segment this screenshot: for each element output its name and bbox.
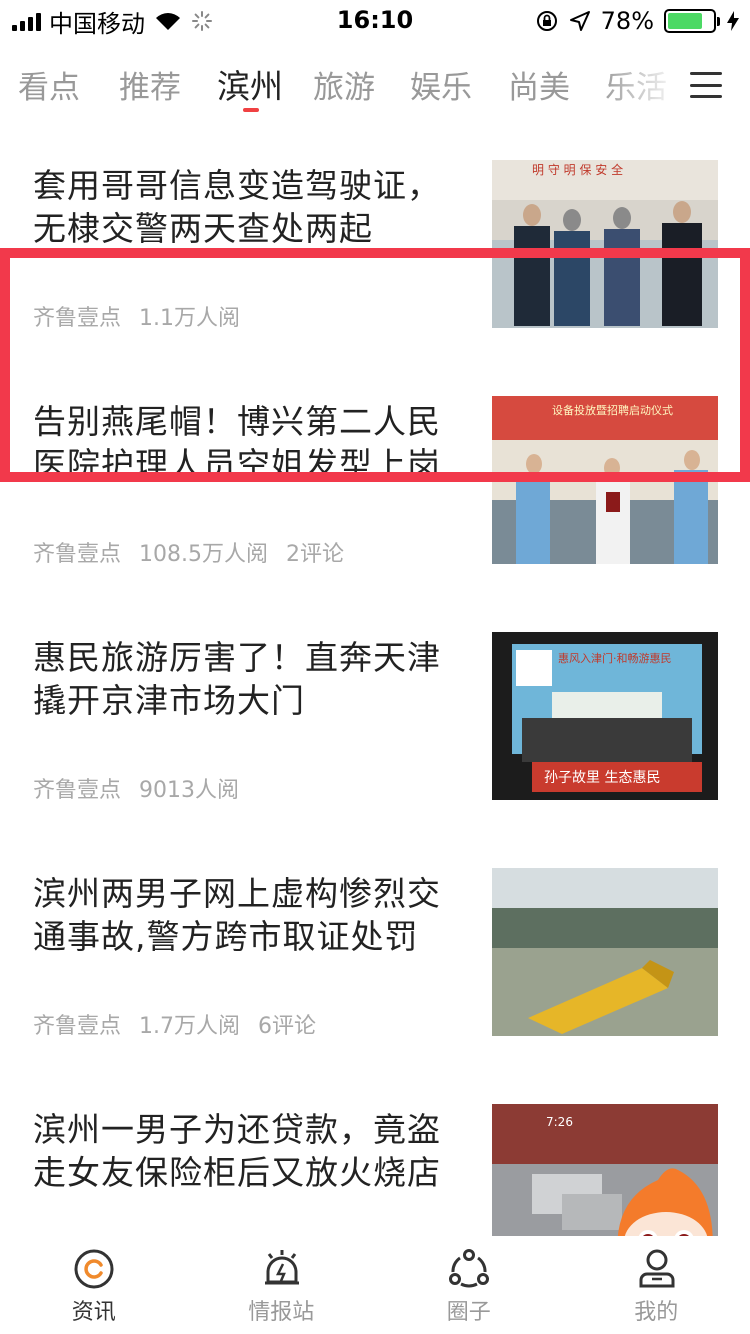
news-comments: 2评论	[286, 542, 344, 567]
news-source: 齐鲁壹点	[33, 542, 122, 567]
news-title[interactable]: 告别燕尾帽！博兴第二人民医院护理人员空姐发型上岗	[33, 400, 463, 486]
nav-profile[interactable]: 我的	[563, 1236, 750, 1334]
news-reads: 1.7万人阅	[139, 1014, 241, 1039]
news-source: 齐鲁壹点	[33, 1014, 122, 1039]
news-source: 齐鲁壹点	[33, 778, 122, 803]
tab-beauty[interactable]: 尚美	[508, 62, 570, 107]
news-item[interactable]: 滨州两男子网上虚构惨烈交通事故,警方跨市取证处罚 齐鲁壹点 1.7万人阅 6评论	[0, 830, 750, 1066]
thumb-banner-text: 设备投放暨招聘启动仪式	[552, 403, 673, 417]
news-meta: 齐鲁壹点 9013人阅	[33, 772, 239, 804]
news-item[interactable]: 告别燕尾帽！博兴第二人民医院护理人员空姐发型上岗 齐鲁壹点 108.5万人阅 2…	[0, 358, 750, 594]
news-thumbnail[interactable]	[492, 868, 718, 1036]
thumb-banner-text: 明 守 明 保 安 全	[532, 162, 623, 177]
intel-station-icon	[264, 1250, 299, 1285]
news-reads: 108.5万人阅	[139, 542, 268, 567]
tab-recommend[interactable]: 推荐	[119, 62, 181, 107]
tab-entertainment[interactable]: 娱乐	[410, 62, 472, 107]
thumb-timestamp: 7:26	[546, 1115, 573, 1129]
status-bar: 中国移动 16:10 78%	[0, 0, 750, 42]
news-meta: 齐鲁壹点 1.7万人阅 6评论	[33, 1008, 316, 1040]
nav-label: 资讯	[71, 1300, 116, 1325]
tab-travel[interactable]: 旅游	[313, 62, 375, 107]
active-tab-indicator	[243, 108, 259, 112]
battery-percent: 78%	[600, 7, 654, 35]
news-title[interactable]: 滨州两男子网上虚构惨烈交通事故,警方跨市取证处罚	[33, 872, 463, 958]
thumb-banner-text: 孙子故里 生态惠民	[544, 770, 660, 786]
news-feed: 套用哥哥信息变造驾驶证，无棣交警两天查处两起 齐鲁壹点 1.1万人阅 明 守 明…	[0, 122, 750, 1236]
tab-binzhou[interactable]: 滨州	[217, 60, 283, 108]
news-item[interactable]: 惠民旅游厉害了！直奔天津撬开京津市场大门 齐鲁壹点 9013人阅 惠风入津门·和…	[0, 594, 750, 830]
news-reads: 9013人阅	[139, 778, 240, 803]
channel-menu-icon[interactable]	[690, 72, 722, 98]
news-title[interactable]: 惠民旅游厉害了！直奔天津撬开京津市场大门	[33, 636, 463, 722]
charging-bolt-icon	[727, 11, 739, 31]
rotation-lock-icon	[536, 11, 557, 31]
thumb-banner-text: 惠风入津门·和畅游惠民	[558, 651, 672, 665]
news-thumbnail[interactable]: 明 守 明 保 安 全	[492, 160, 718, 328]
news-title[interactable]: 滨州一男子为还贷款，竟盗走女友保险柜后又放火烧店	[33, 1108, 463, 1194]
circle-icon	[449, 1249, 489, 1288]
news-source: 齐鲁壹点	[33, 306, 122, 331]
nav-news[interactable]: 资讯	[0, 1236, 188, 1334]
news-reads: 1.1万人阅	[139, 306, 241, 331]
nav-intel-station[interactable]: 情报站	[188, 1236, 376, 1334]
nav-label: 我的	[634, 1300, 679, 1325]
news-thumbnail[interactable]: 惠风入津门·和畅游惠民 孙子故里 生态惠民	[492, 632, 718, 800]
location-arrow-icon	[569, 11, 590, 31]
nav-label: 圈子	[446, 1300, 491, 1325]
nav-circle[interactable]: 圈子	[375, 1236, 563, 1334]
news-icon	[74, 1249, 114, 1289]
news-title[interactable]: 套用哥哥信息变造驾驶证，无棣交警两天查处两起	[33, 164, 463, 250]
news-thumbnail[interactable]: 设备投放暨招聘启动仪式	[492, 396, 718, 564]
news-comments: 6评论	[258, 1014, 317, 1039]
nav-label: 情报站	[248, 1300, 315, 1325]
profile-icon	[639, 1249, 674, 1288]
tab-fade	[600, 52, 680, 122]
channel-tabs: 看点 推荐 滨州 旅游 娱乐 尚美 乐活	[0, 52, 750, 122]
battery-icon	[664, 9, 720, 33]
news-meta: 齐鲁壹点 1.1万人阅	[33, 300, 240, 332]
tab-kandian[interactable]: 看点	[18, 62, 80, 107]
news-item[interactable]: 套用哥哥信息变造驾驶证，无棣交警两天查处两起 齐鲁壹点 1.1万人阅 明 守 明…	[0, 122, 750, 358]
bottom-navigation: 资讯 情报站 圈子 我的	[0, 1236, 750, 1334]
news-meta: 齐鲁壹点 108.5万人阅 2评论	[33, 536, 344, 568]
